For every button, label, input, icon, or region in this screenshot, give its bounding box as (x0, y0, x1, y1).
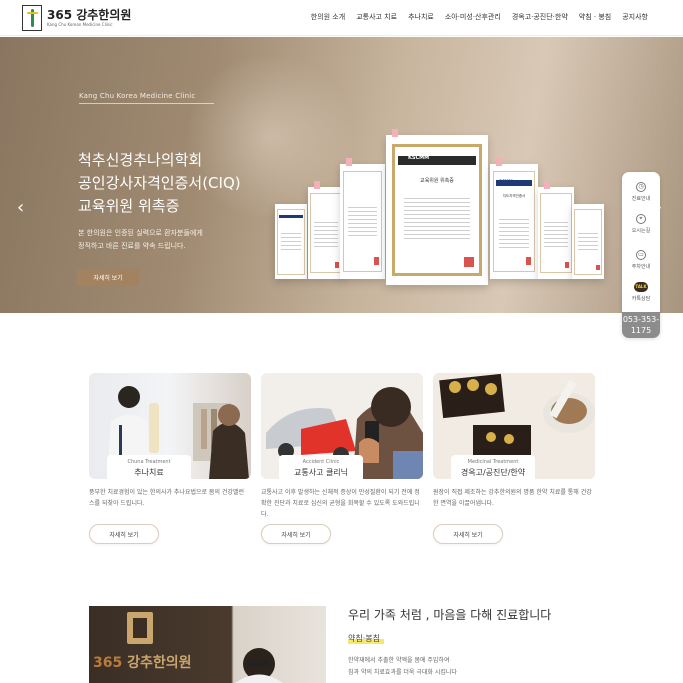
card-title-en: Medicinal Treatment (467, 459, 519, 465)
herbal-medicine-photo: Medicinal Treatment 경옥고/공진단/한약 (433, 373, 595, 479)
quick-menu-label: 진료안내 (631, 196, 651, 202)
hero-title-line: 공인강사자격인증서(CIQ) (78, 174, 241, 192)
hero-eyebrow: Kang Chu Korea Medicine Clinic (79, 92, 196, 100)
card-caption-tab: Medicinal Treatment 경옥고/공진단/한약 (451, 455, 535, 479)
certificate-org: SCMM (499, 179, 513, 184)
certificate-title: 교육위원 위촉증 (420, 178, 454, 184)
quick-menu-parking[interactable]: ▭ 주차안내 (622, 250, 660, 270)
service-card-medicine: Medicinal Treatment 경옥고/공진단/한약 원장이 직접 제조… (433, 373, 595, 544)
service-card-chuna: Chuna Treatment 추나치료 풍부한 치료경험이 있는 한의사가 추… (89, 373, 251, 544)
logo-subtitle: Kang Chu Korean Medicine Clinic (47, 22, 113, 27)
quick-menu: ◷ 진료안내 ⌖ 오시는길 ▭ 주차안내 TALK 카톡상담 053-353- … (622, 172, 660, 338)
card-detail-button[interactable]: 자세히 보기 (433, 524, 503, 544)
section-desc-line: 한약재에서 추출한 약액을 몸에 주입하여 (348, 657, 450, 664)
card-title-en: Accident Clinic (302, 459, 340, 465)
phone-line: 1175 (630, 326, 652, 335)
hero-title-line: 척추신경추나의학회 (78, 151, 203, 169)
nav-herbal[interactable]: 경옥고·공진단·한약 (512, 12, 568, 22)
card-title-en: Chuna Treatment (127, 459, 171, 465)
main-nav: 한의원 소개 교통사고 치료 추나치료 소아·미성·산후관리 경옥고·공진단·한… (311, 12, 648, 22)
hero-slider: Kang Chu Korea Medicine Clinic 척추신경추나의학회… (0, 37, 683, 313)
phone-line: 053-353- (622, 315, 660, 324)
service-card-accident: Accident Clinic 교통사고 클리닉 교통사고 이후 발생하는 신체… (261, 373, 423, 544)
clock-icon: ◷ (636, 182, 646, 192)
kakaotalk-icon: TALK (634, 282, 648, 292)
certificate-image (340, 158, 385, 279)
card-title-kr: 추나치료 (134, 468, 164, 477)
hero-description: 본 한의원은 인증된 실력으로 환자분들에게 정직하고 바른 진료를 약속 드립… (78, 227, 278, 253)
quick-menu-hours[interactable]: ◷ 진료안내 (622, 182, 660, 202)
nav-chuna[interactable]: 추나치료 (408, 12, 434, 22)
clinic-sign-number: 365 (93, 655, 123, 671)
hero-eyebrow-divider (79, 103, 214, 104)
certificate-gallery: KSCMM 교육위원 위촉증 SCMM 지도자격인증서 (270, 99, 610, 289)
hero-title: 척추신경추나의학회 공인강사자격인증서(CIQ) 교육위원 위촉증 (78, 149, 288, 218)
card-description: 교통사고 이후 발생하는 신체적 증상이 만성질환이 되기 전에 정확한 진단과… (261, 489, 420, 518)
hero-desc-line: 본 한의원은 인증된 실력으로 환자분들에게 (78, 229, 203, 237)
certificate-image (275, 204, 307, 279)
section-description: 한약재에서 추출한 약액을 몸에 주입하여 침과 약의 치료효과를 더욱 극대화… (348, 655, 548, 679)
certificate-image (308, 181, 344, 279)
quick-menu-label: 오시는길 (631, 228, 651, 234)
prev-slide-arrow-icon[interactable]: ‹ (17, 199, 24, 217)
quick-menu-label: 주차안내 (631, 264, 651, 270)
card-caption-tab: Accident Clinic 교통사고 클리닉 (279, 455, 363, 479)
quick-menu-phone[interactable]: 053-353- 1175 (622, 312, 660, 338)
nav-children[interactable]: 소아·미성·산후관리 (445, 12, 501, 22)
certificate-org: KSCMM (408, 155, 430, 161)
logo-mark-icon (22, 5, 42, 31)
section-desc-line: 침과 약의 치료효과를 더욱 극대화 시킵니다 (348, 669, 457, 676)
card-description: 풍부한 치료경험이 있는 한의사가 추나요법으로 몸의 건강밸런스를 되찾아 드… (89, 489, 244, 507)
card-caption-tab: Chuna Treatment 추나치료 (107, 455, 191, 479)
car-icon: ▭ (636, 250, 646, 260)
nav-about[interactable]: 한의원 소개 (311, 12, 345, 22)
logo-title: 365 강추한의원 (47, 8, 132, 22)
certificate-main: KSCMM 교육위원 위촉증 (386, 129, 488, 285)
card-title-kr: 경옥고/공진단/한약 (460, 468, 526, 477)
card-detail-button[interactable]: 자세히 보기 (89, 524, 159, 544)
hero-title-line: 교육위원 위촉증 (78, 197, 180, 215)
nav-accident[interactable]: 교통사고 치료 (356, 12, 397, 22)
quick-menu-label: 카톡상담 (631, 296, 651, 302)
card-title-kr: 교통사고 클리닉 (293, 468, 349, 477)
card-description: 원장이 직접 제조하는 강추한의원의 명품 한약 치료를 통해 건강한 면역을 … (433, 489, 592, 507)
clinic-sign: 365 강추한의원 (93, 652, 192, 672)
site-header: 365 강추한의원 Kang Chu Korean Medicine Clini… (0, 0, 683, 36)
quick-menu-directions[interactable]: ⌖ 오시는길 (622, 214, 660, 234)
quick-menu-kakaotalk[interactable]: TALK 카톡상담 (622, 282, 660, 302)
certificate-title: 지도자격인증서 (502, 194, 526, 198)
certificate-image (538, 181, 574, 279)
card-detail-button[interactable]: 자세히 보기 (261, 524, 331, 544)
section-subtitle: 약침·봉침 (348, 634, 380, 643)
nav-pharmacopuncture[interactable]: 약침 · 봉침 (579, 12, 611, 22)
certificate-image: SCMM 지도자격인증서 (490, 158, 538, 279)
clinic-interior-photo: 365 강추한의원 (89, 606, 326, 683)
clinic-sign-text: 강추한의원 (127, 655, 192, 671)
site-logo[interactable]: 365 강추한의원 Kang Chu Korean Medicine Clini… (22, 5, 131, 31)
accident-clinic-photo: Accident Clinic 교통사고 클리닉 (261, 373, 423, 479)
section-title: 우리 가족 처럼 , 마음을 다해 진료합니다 (348, 608, 552, 622)
nav-notice[interactable]: 공지사항 (622, 12, 648, 22)
hero-desc-line: 정직하고 바른 진료를 약속 드립니다. (78, 242, 186, 250)
map-pin-icon: ⌖ (636, 214, 646, 224)
certificate-image (572, 204, 604, 279)
chuna-treatment-photo: Chuna Treatment 추나치료 (89, 373, 251, 479)
hero-detail-button[interactable]: 자세히 보기 (77, 269, 139, 286)
